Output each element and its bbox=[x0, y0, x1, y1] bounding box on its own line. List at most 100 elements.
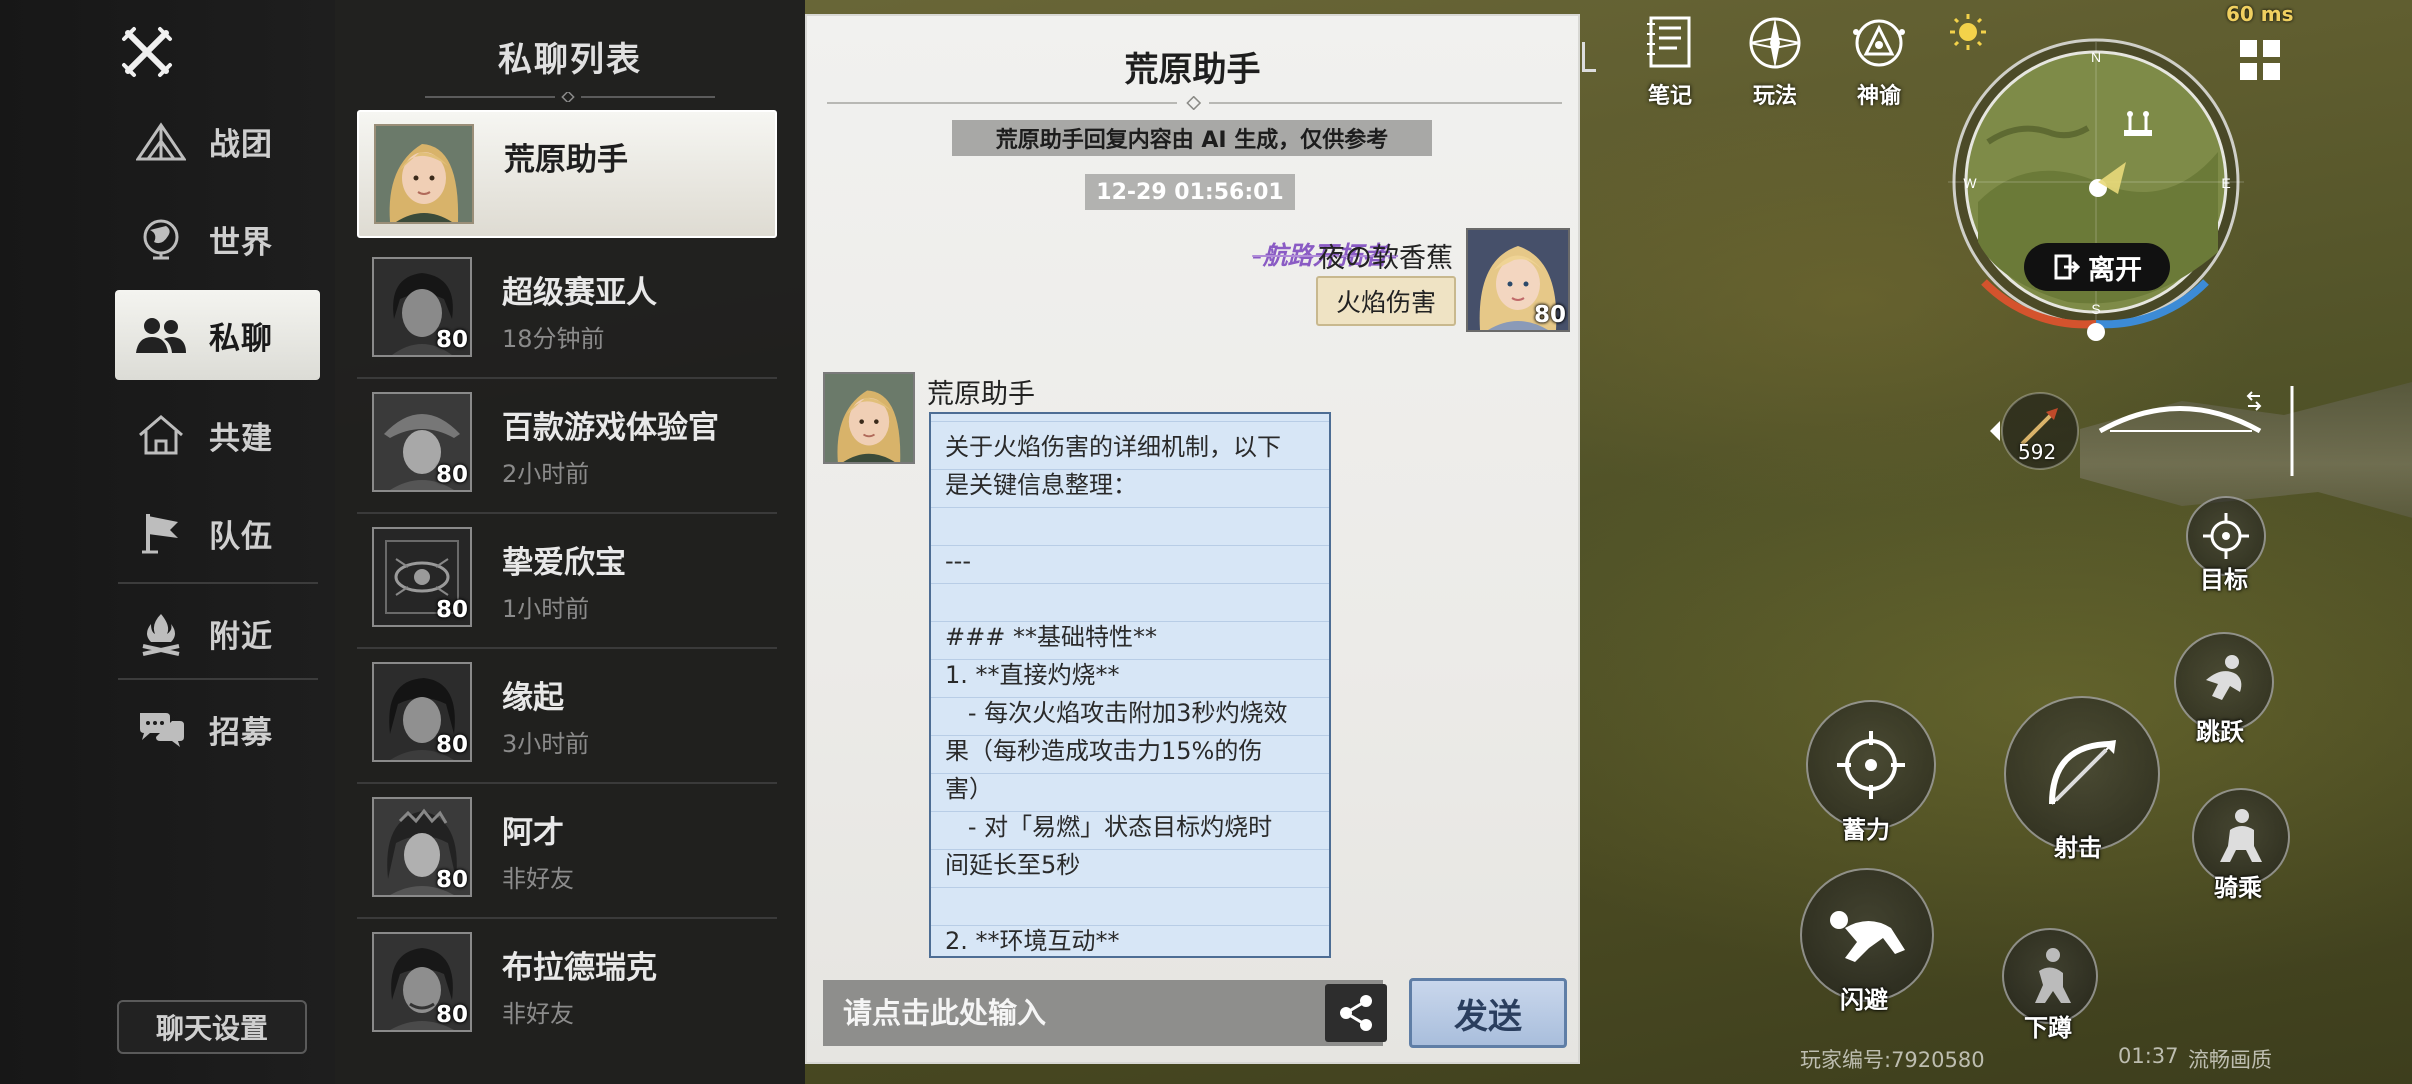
level-badge: 80 bbox=[435, 1002, 468, 1028]
gameplay-button[interactable]: 玩法 bbox=[1730, 12, 1820, 110]
compass-north: N bbox=[2091, 49, 2101, 65]
title-ornament bbox=[827, 96, 1562, 110]
leave-label: 离开 bbox=[2088, 254, 2142, 286]
chat-window: 荒原助手 荒原助手回复内容由 AI 生成，仅供参考 12-29 01:56:01… bbox=[805, 14, 1580, 1064]
message-line: 关于火焰伤害的详细机制，以下 bbox=[945, 433, 1281, 461]
sidebar-divider bbox=[118, 678, 318, 680]
crouch-label: 下蹲 bbox=[2024, 1014, 2072, 1042]
hidden-hud-button[interactable] bbox=[1582, 42, 1596, 72]
contact-name: 超级赛亚人 bbox=[502, 275, 657, 311]
oracle-button[interactable]: 神谕 bbox=[1834, 12, 1924, 110]
list-item[interactable]: 80 缘起 3小时前 bbox=[357, 650, 777, 784]
chat-input-bar: 发送 bbox=[823, 978, 1569, 1050]
crosshair-icon bbox=[2203, 513, 2249, 559]
avatar: 80 bbox=[372, 257, 472, 357]
sidebar-item-nearby[interactable]: 附近 bbox=[115, 588, 320, 678]
message-input[interactable] bbox=[823, 980, 1383, 1046]
sidebar-divider bbox=[118, 582, 318, 584]
graphics-quality: 流畅画质 bbox=[2188, 1048, 2272, 1072]
message-line: - 对「易燃」状态目标灼烧时 bbox=[945, 813, 1273, 841]
notes-button[interactable]: 笔记 bbox=[1625, 12, 1715, 110]
list-item[interactable]: 80 百款游戏体验官 2小时前 bbox=[357, 380, 777, 514]
message-line: 是关键信息整理： bbox=[945, 471, 1137, 499]
player-id: 玩家编号:7920580 bbox=[1800, 1048, 1985, 1072]
sender-name: 荒原助手 bbox=[927, 379, 1035, 410]
tent-icon bbox=[133, 113, 189, 169]
leave-button[interactable]: 离开 bbox=[2024, 243, 2170, 291]
compass-west: W bbox=[1963, 175, 1977, 191]
message-line: 间延长至5秒 bbox=[945, 851, 1081, 879]
avatar: 80 bbox=[372, 392, 472, 492]
campfire-icon bbox=[133, 605, 189, 661]
row-divider bbox=[357, 647, 777, 649]
compass-rose-icon bbox=[1749, 17, 1801, 69]
avatar: 80 bbox=[372, 932, 472, 1032]
charge-label: 蓄力 bbox=[1842, 816, 1890, 844]
sidebar-item-world[interactable]: 世界 bbox=[115, 194, 320, 284]
avatar: 80 bbox=[372, 527, 472, 627]
contact-name: 百款游戏体验官 bbox=[502, 410, 719, 446]
hud-button-label: 玩法 bbox=[1752, 84, 1797, 109]
message-line bbox=[945, 884, 1319, 922]
row-divider bbox=[357, 782, 777, 784]
avatar[interactable] bbox=[823, 372, 915, 464]
list-item[interactable]: 荒原助手 bbox=[357, 110, 777, 238]
list-title: 私聊列表 bbox=[498, 40, 642, 80]
sidebar-item-co-build[interactable]: 共建 bbox=[115, 390, 320, 480]
list-item[interactable]: 80 阿才 非好友 bbox=[357, 785, 777, 919]
list-item[interactable]: 80 超级赛亚人 18分钟前 bbox=[357, 245, 777, 379]
title-ornament bbox=[425, 92, 715, 102]
row-divider bbox=[357, 917, 777, 919]
last-active: 2小时前 bbox=[502, 460, 590, 488]
contact-name: 挚爱欣宝 bbox=[502, 545, 626, 581]
close-icon[interactable] bbox=[112, 22, 182, 82]
row-divider bbox=[357, 377, 777, 379]
message-timestamp: 12-29 01:56:01 bbox=[1085, 174, 1295, 210]
last-active: 1小时前 bbox=[502, 595, 590, 623]
dodge-label: 闪避 bbox=[1840, 986, 1888, 1014]
hud-button-label: 神谕 bbox=[1856, 84, 1901, 109]
sidebar-item-label: 招募 bbox=[209, 714, 273, 751]
sidebar-item-private-chat[interactable]: 私聊 bbox=[115, 290, 320, 380]
minimap[interactable]: N E W S bbox=[1948, 32, 2244, 352]
list-item[interactable]: 80 挚爱欣宝 1小时前 bbox=[357, 515, 777, 649]
compass-east: E bbox=[2221, 175, 2230, 191]
contact-name: 阿才 bbox=[502, 815, 564, 851]
list-item[interactable]: 80 布拉德瑞克 非好友 bbox=[357, 920, 777, 1048]
sidebar-item-label: 战团 bbox=[209, 126, 273, 163]
message-line: 果（每秒造成攻击力15%的伤 bbox=[945, 737, 1263, 765]
message-line: 1. **直接灼烧** bbox=[945, 661, 1120, 689]
contact-name: 布拉德瑞克 bbox=[502, 950, 657, 986]
last-active: 3小时前 bbox=[502, 730, 590, 758]
message-line: - 每次火焰攻击附加3秒灼烧效 bbox=[945, 699, 1288, 727]
send-button[interactable]: 发送 bbox=[1409, 978, 1567, 1048]
ai-disclaimer: 荒原助手回复内容由 AI 生成，仅供参考 bbox=[952, 120, 1432, 156]
sidebar-item-team[interactable]: 战团 bbox=[115, 96, 320, 186]
ride-pose-icon bbox=[2220, 809, 2262, 862]
private-chat-list: 私聊列表 荒原助手 80 超级赛亚人 18分钟前 80 百款游戏体验官 2小时前… bbox=[335, 0, 805, 1084]
sidebar-item-squad[interactable]: 队伍 bbox=[115, 488, 320, 578]
avatar: 80 bbox=[372, 797, 472, 897]
row-divider bbox=[357, 512, 777, 514]
chat-settings-button[interactable]: 聊天设置 bbox=[117, 1000, 307, 1054]
sidebar-item-label: 私聊 bbox=[209, 320, 273, 357]
level-badge: 80 bbox=[435, 327, 468, 353]
friend-status: 非好友 bbox=[502, 1000, 574, 1028]
message-line: --- bbox=[945, 547, 971, 575]
level-badge: 80 bbox=[435, 732, 468, 758]
level-badge: 80 bbox=[435, 867, 468, 893]
message-body: 关于火焰伤害的详细机制，以下 是关键信息整理： --- ### **基础特性** 1. … bbox=[931, 414, 1329, 956]
shoot-label: 射击 bbox=[2054, 834, 2102, 862]
sidebar-item-recruit[interactable]: 招募 bbox=[115, 684, 320, 774]
sender-name: 夜の软香蕉 bbox=[1318, 243, 1453, 274]
ride-label: 骑乘 bbox=[2214, 874, 2262, 902]
people-icon bbox=[133, 307, 189, 363]
sidebar-item-label: 队伍 bbox=[209, 518, 273, 555]
contact-name: 荒原助手 bbox=[504, 142, 628, 178]
globe-icon bbox=[133, 211, 189, 267]
level-badge: 80 bbox=[1533, 302, 1566, 328]
notebook-icon bbox=[1647, 16, 1691, 68]
avatar[interactable]: 80 bbox=[1466, 228, 1570, 332]
share-button[interactable] bbox=[1325, 984, 1387, 1042]
ping-readout: 60 ms bbox=[2226, 2, 2294, 26]
